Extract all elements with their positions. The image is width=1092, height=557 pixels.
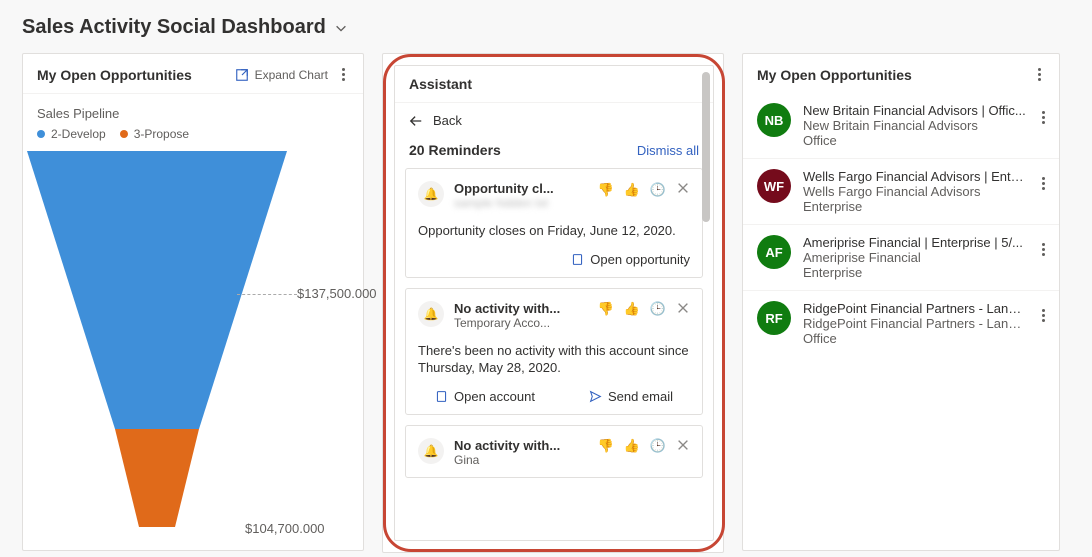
- bell-icon: 🔔: [418, 301, 444, 327]
- card-subtitle: Gina: [454, 453, 587, 467]
- funnel-value-develop: $137,500.000: [297, 286, 377, 301]
- item-more-button[interactable]: [1038, 173, 1049, 194]
- card-title[interactable]: No activity with...: [454, 438, 587, 453]
- thumbs-down-icon[interactable]: 👎: [597, 438, 613, 454]
- chart-legend: 2-Develop 3-Propose: [37, 127, 349, 141]
- chevron-down-icon[interactable]: [334, 21, 348, 35]
- list-item-title: New Britain Financial Advisors | Offic..…: [803, 103, 1026, 118]
- card-subtitle: sample hidden txt: [454, 196, 587, 210]
- funnel-value-propose: $104,700.000: [245, 521, 325, 536]
- close-icon[interactable]: [676, 301, 690, 318]
- snooze-icon[interactable]: 🕒: [650, 301, 666, 317]
- panel-title: My Open Opportunities: [37, 67, 192, 83]
- funnel-chart: [27, 151, 287, 541]
- avatar: WF: [757, 169, 791, 203]
- legend-dot-develop: [37, 130, 45, 138]
- open-icon: [571, 253, 584, 266]
- snooze-icon[interactable]: 🕒: [650, 182, 666, 198]
- card-title[interactable]: Opportunity cl...: [454, 181, 587, 196]
- dismiss-all-button[interactable]: Dismiss all: [637, 143, 699, 158]
- back-button[interactable]: Back: [395, 103, 713, 138]
- card-title[interactable]: No activity with...: [454, 301, 587, 316]
- back-label: Back: [433, 113, 462, 128]
- page-title: Sales Activity Social Dashboard: [22, 16, 326, 39]
- scrollbar[interactable]: [702, 72, 710, 222]
- item-more-button[interactable]: [1038, 107, 1049, 128]
- open-opps-list-panel: My Open Opportunities NB New Britain Fin…: [742, 53, 1060, 551]
- thumbs-down-icon[interactable]: 👎: [597, 301, 613, 317]
- legend-label-propose: 3-Propose: [134, 127, 189, 141]
- open-opportunity-label: Open opportunity: [590, 252, 690, 267]
- send-email-button[interactable]: Send email: [589, 389, 673, 404]
- send-icon: [589, 390, 602, 403]
- list-item-line2: Ameriprise Financial: [803, 250, 1026, 265]
- more-menu-button[interactable]: [338, 64, 349, 85]
- list-item-line3: Enterprise: [803, 199, 1026, 214]
- chart-title: Sales Pipeline: [37, 106, 349, 121]
- more-menu-button[interactable]: [1034, 64, 1045, 85]
- list-item[interactable]: RF RidgePoint Financial Partners - Lang.…: [743, 291, 1059, 356]
- list-item[interactable]: WF Wells Fargo Financial Advisors | Ente…: [743, 159, 1059, 225]
- open-account-button[interactable]: Open account: [435, 389, 535, 404]
- list-item-title: Wells Fargo Financial Advisors | Enter..…: [803, 169, 1026, 184]
- list-item-line2: RidgePoint Financial Partners - Lang...: [803, 316, 1026, 331]
- legend-label-develop: 2-Develop: [51, 127, 106, 141]
- arrow-left-icon: [409, 114, 423, 128]
- expand-chart-label: Expand Chart: [255, 68, 328, 82]
- item-more-button[interactable]: [1038, 305, 1049, 326]
- list-item-line2: Wells Fargo Financial Advisors: [803, 184, 1026, 199]
- open-opps-chart-panel: My Open Opportunities Expand Chart Sales…: [22, 53, 364, 551]
- thumbs-up-icon[interactable]: 👍: [624, 182, 640, 198]
- legend-dot-propose: [120, 130, 128, 138]
- send-email-label: Send email: [608, 389, 673, 404]
- open-opportunity-button[interactable]: Open opportunity: [571, 252, 690, 267]
- avatar: NB: [757, 103, 791, 137]
- close-icon[interactable]: [676, 181, 690, 198]
- list-item-line3: Office: [803, 133, 1026, 148]
- list-item[interactable]: NB New Britain Financial Advisors | Offi…: [743, 93, 1059, 159]
- expand-icon: [235, 68, 249, 82]
- expand-chart-button[interactable]: Expand Chart: [235, 68, 328, 82]
- value-guideline: [237, 294, 297, 295]
- list-item[interactable]: AF Ameriprise Financial | Enterprise | 5…: [743, 225, 1059, 291]
- list-item-title: Ameriprise Financial | Enterprise | 5/..…: [803, 235, 1026, 250]
- card-body: Opportunity closes on Friday, June 12, 2…: [418, 222, 690, 240]
- thumbs-down-icon[interactable]: 👎: [597, 182, 613, 198]
- avatar: RF: [757, 301, 791, 335]
- reminder-card: 🔔 No activity with... Gina 👎 👍 🕒: [405, 425, 703, 478]
- reminder-card: 🔔 No activity with... Temporary Acco... …: [405, 288, 703, 415]
- close-icon[interactable]: [676, 438, 690, 455]
- snooze-icon[interactable]: 🕒: [650, 438, 666, 454]
- list-item-line2: New Britain Financial Advisors: [803, 118, 1026, 133]
- bell-icon: 🔔: [418, 438, 444, 464]
- reminder-card: 🔔 Opportunity cl... sample hidden txt 👎 …: [405, 168, 703, 278]
- list-item-line3: Office: [803, 331, 1026, 346]
- assistant-highlight: Assistant Back 20 Reminders Dismiss all …: [383, 54, 725, 552]
- assistant-panel: Assistant Back 20 Reminders Dismiss all …: [394, 65, 714, 541]
- bell-icon: 🔔: [418, 181, 444, 207]
- assistant-title: Assistant: [395, 66, 713, 103]
- card-subtitle: Temporary Acco...: [454, 316, 587, 330]
- thumbs-up-icon[interactable]: 👍: [624, 438, 640, 454]
- list-item-title: RidgePoint Financial Partners - Lang...: [803, 301, 1026, 316]
- avatar: AF: [757, 235, 791, 269]
- open-account-label: Open account: [454, 389, 535, 404]
- item-more-button[interactable]: [1038, 239, 1049, 260]
- open-icon: [435, 390, 448, 403]
- card-body: There's been no activity with this accou…: [418, 342, 690, 377]
- panel-title: My Open Opportunities: [757, 67, 912, 83]
- reminders-count: 20 Reminders: [409, 142, 501, 158]
- thumbs-up-icon[interactable]: 👍: [624, 301, 640, 317]
- list-item-line3: Enterprise: [803, 265, 1026, 280]
